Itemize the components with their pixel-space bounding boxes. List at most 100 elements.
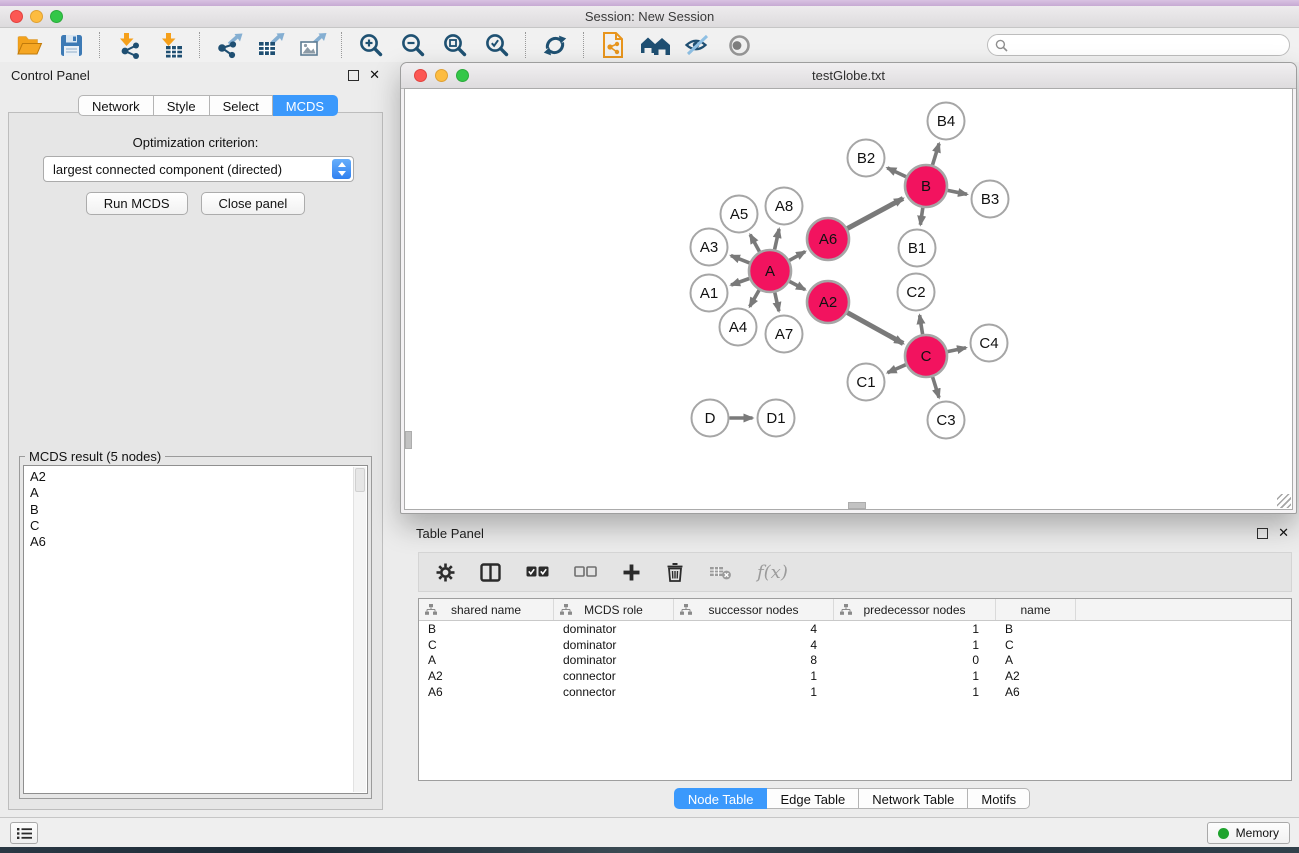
table-row[interactable]: Adominator80A <box>419 653 1291 669</box>
tab-network[interactable]: Network <box>78 95 154 116</box>
mcds-result-item[interactable]: B <box>30 502 367 518</box>
add-column-button[interactable] <box>622 563 641 582</box>
graph-node-C[interactable]: C <box>905 335 947 377</box>
graph-node-A7[interactable]: A7 <box>766 316 803 353</box>
result-scrollbar[interactable] <box>353 467 366 792</box>
hide-selected-button[interactable] <box>679 30 715 60</box>
split-view-button[interactable] <box>480 563 501 582</box>
graph-node-B2[interactable]: B2 <box>848 140 885 177</box>
graph-edge-A-A6[interactable] <box>789 252 805 261</box>
refresh-button[interactable] <box>537 30 573 60</box>
graph-edge-A6-B[interactable] <box>847 198 903 228</box>
table-row[interactable]: Bdominator41B <box>419 621 1291 637</box>
graph-node-C4[interactable]: C4 <box>971 325 1008 362</box>
column-header-name[interactable]: name <box>996 599 1076 620</box>
graph-edge-A-A7[interactable] <box>775 293 779 312</box>
import-table-button[interactable] <box>153 30 189 60</box>
close-panel-button[interactable]: Close panel <box>201 192 306 215</box>
graph-edge-B-B4[interactable] <box>933 144 940 166</box>
graph-node-A1[interactable]: A1 <box>691 275 728 312</box>
save-session-button[interactable] <box>53 30 89 60</box>
table-settings-button[interactable] <box>436 563 455 582</box>
graph-node-A8[interactable]: A8 <box>766 188 803 225</box>
close-table-panel-icon[interactable]: ✕ <box>1278 527 1289 539</box>
network-vscroll-thumb[interactable] <box>405 431 412 449</box>
graph-node-B1[interactable]: B1 <box>899 230 936 267</box>
graph-node-B4[interactable]: B4 <box>928 103 965 140</box>
graph-edge-A-A1[interactable] <box>731 279 749 286</box>
search-input[interactable] <box>1008 36 1289 54</box>
graph-node-C1[interactable]: C1 <box>848 364 885 401</box>
graph-edge-A-A4[interactable] <box>750 290 759 307</box>
graph-edge-C-C3[interactable] <box>933 377 939 398</box>
graph-node-C2[interactable]: C2 <box>898 274 935 311</box>
graph-node-A3[interactable]: A3 <box>691 229 728 266</box>
select-all-button[interactable] <box>526 565 549 579</box>
memory-button[interactable]: Memory <box>1207 822 1290 844</box>
graph-edge-A-A2[interactable] <box>789 281 805 289</box>
float-panel-icon[interactable] <box>348 70 359 81</box>
graph-node-A5[interactable]: A5 <box>721 196 758 233</box>
tab-motifs[interactable]: Motifs <box>968 788 1030 809</box>
close-window-icon[interactable] <box>10 10 23 23</box>
tab-style[interactable]: Style <box>154 95 210 116</box>
zoom-fit-button[interactable] <box>437 30 473 60</box>
table-row[interactable]: A2connector11A2 <box>419 668 1291 684</box>
tab-node-table[interactable]: Node Table <box>674 788 768 809</box>
table-row[interactable]: A6connector11A6 <box>419 684 1291 700</box>
show-all-button[interactable] <box>721 30 757 60</box>
graph-edge-A-A8[interactable] <box>775 229 780 250</box>
resize-grip[interactable] <box>1277 494 1291 508</box>
home-button[interactable] <box>637 30 673 60</box>
show-panels-button[interactable] <box>10 822 38 844</box>
export-table-button[interactable] <box>253 30 289 60</box>
zoom-in-button[interactable] <box>353 30 389 60</box>
graph-node-B3[interactable]: B3 <box>972 181 1009 218</box>
graph-node-A2[interactable]: A2 <box>807 281 849 323</box>
graph-edge-B-B3[interactable] <box>948 190 967 194</box>
function-builder-button[interactable]: f(x) <box>757 562 788 583</box>
graph-edge-C-C4[interactable] <box>948 348 967 352</box>
graph-edge-B-B1[interactable] <box>920 208 922 225</box>
graph-edge-C-C2[interactable] <box>920 315 923 334</box>
network-canvas[interactable]: AA1A2A3A4A5A6A7A8BB1B2B3B4CC1C2C3C4DD1 <box>404 88 1293 510</box>
graph-node-C3[interactable]: C3 <box>928 402 965 439</box>
export-network-button[interactable] <box>211 30 247 60</box>
graph-node-D1[interactable]: D1 <box>758 400 795 437</box>
graph-node-A6[interactable]: A6 <box>807 218 849 260</box>
column-header-predecessor-nodes[interactable]: predecessor nodes <box>834 599 996 620</box>
mcds-result-item[interactable]: A6 <box>30 534 367 550</box>
tab-edge-table[interactable]: Edge Table <box>767 788 859 809</box>
delete-column-button[interactable] <box>666 562 684 582</box>
mcds-result-item[interactable]: A <box>30 485 367 501</box>
mcds-result-item[interactable]: C <box>30 518 367 534</box>
graph-edge-C-C1[interactable] <box>888 365 906 373</box>
minimize-network-icon[interactable] <box>435 69 448 82</box>
graph-edge-A-A3[interactable] <box>731 256 750 263</box>
zoom-window-icon[interactable] <box>50 10 63 23</box>
zoom-selected-button[interactable] <box>479 30 515 60</box>
graph-edge-B-B2[interactable] <box>887 168 906 177</box>
tab-mcds[interactable]: MCDS <box>273 95 338 116</box>
graph-node-D[interactable]: D <box>692 400 729 437</box>
delete-table-button[interactable] <box>709 564 732 581</box>
open-session-button[interactable] <box>11 30 47 60</box>
column-header-shared-name[interactable]: shared name <box>419 599 554 620</box>
close-panel-icon[interactable]: ✕ <box>369 69 380 81</box>
mcds-result-item[interactable]: A2 <box>30 469 367 485</box>
clone-network-button[interactable] <box>595 30 631 60</box>
column-header-successor-nodes[interactable]: successor nodes <box>674 599 834 620</box>
graph-node-B[interactable]: B <box>905 165 947 207</box>
zoom-out-button[interactable] <box>395 30 431 60</box>
graph-edge-A2-C[interactable] <box>847 313 903 344</box>
network-window-titlebar[interactable]: testGlobe.txt <box>401 63 1296 89</box>
close-network-icon[interactable] <box>414 69 427 82</box>
column-header-mcds-role[interactable]: MCDS role <box>554 599 674 620</box>
export-image-button[interactable] <box>295 30 331 60</box>
run-mcds-button[interactable]: Run MCDS <box>86 192 188 215</box>
float-table-panel-icon[interactable] <box>1257 528 1268 539</box>
table-row[interactable]: Cdominator41C <box>419 637 1291 653</box>
tab-network-table[interactable]: Network Table <box>859 788 968 809</box>
tab-select[interactable]: Select <box>210 95 273 116</box>
graph-node-A[interactable]: A <box>749 250 791 292</box>
